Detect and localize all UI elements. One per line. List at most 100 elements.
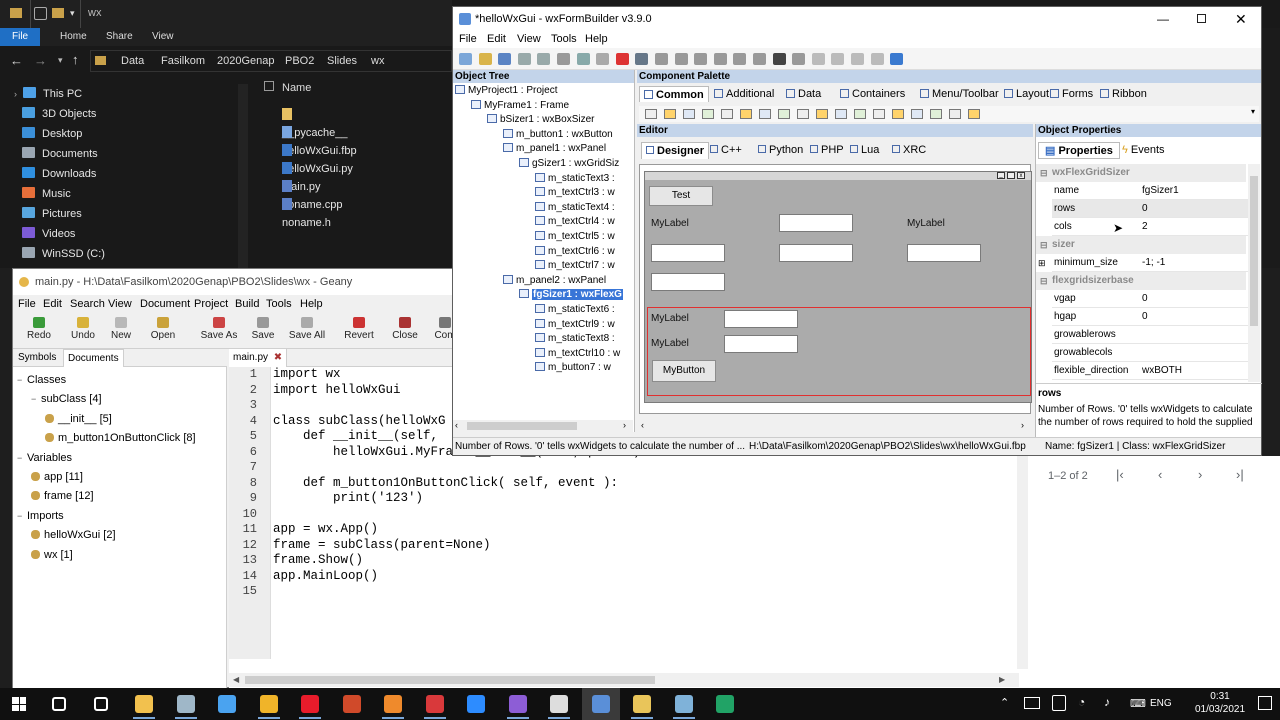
palette-tab-additional[interactable]: Additional — [711, 86, 777, 102]
tree-node[interactable]: m_panel2 : wxPanel — [503, 274, 606, 289]
widget-icon[interactable] — [911, 109, 923, 119]
maximize-button[interactable] — [1197, 14, 1206, 23]
property-value[interactable]: 0 — [1142, 200, 1148, 218]
symbol-item[interactable]: __init__ [5] — [45, 410, 112, 428]
tree-node[interactable]: m_staticText3 : — [535, 172, 615, 187]
back-icon[interactable]: ← — [10, 53, 23, 68]
widget-icon[interactable] — [664, 109, 676, 119]
tree-node[interactable]: m_textCtrl9 : w — [535, 318, 615, 333]
scroll-left-icon[interactable]: ‹ — [641, 420, 644, 430]
search-icon[interactable] — [52, 697, 66, 711]
toolbar-icon[interactable] — [753, 53, 766, 65]
language-indicator[interactable]: ENG — [1150, 698, 1172, 709]
crumb-2020genap[interactable]: 2020Genap — [217, 55, 275, 67]
palette-tab-menu-toolbar[interactable]: Menu/Toolbar — [917, 86, 1002, 102]
palette-tab-data[interactable]: Data — [783, 86, 824, 102]
property-row[interactable]: growablerows — [1052, 326, 1248, 344]
toolbar-icon[interactable] — [870, 53, 884, 65]
editor-tab-php[interactable]: PHP — [807, 142, 847, 159]
crumb-fasilkom[interactable]: Fasilkom — [161, 55, 205, 67]
property-category[interactable]: ⊟ wxFlexGridSizer — [1036, 164, 1246, 182]
collapse-icon[interactable]: − — [17, 507, 27, 525]
horizontal-scrollbar[interactable]: ◀ ▶ — [229, 673, 1019, 687]
editor-hscroll[interactable]: ‹ › — [637, 420, 1033, 432]
geany-menu-item[interactable]: Project — [194, 298, 228, 310]
tree-node[interactable]: m_textCtrl6 : w — [535, 245, 615, 260]
palette-tab-forms[interactable]: Forms — [1047, 86, 1096, 102]
property-value[interactable]: 0 — [1142, 308, 1148, 326]
symbol-item[interactable]: frame [12] — [31, 487, 94, 505]
toolbar-icon[interactable] — [772, 53, 786, 65]
collapse-icon[interactable]: − — [31, 390, 41, 408]
tree-node[interactable]: fgSizer1 : wxFlexG — [519, 288, 623, 303]
toolbar-icon[interactable] — [694, 53, 708, 65]
scroll-right-icon[interactable]: › — [1021, 420, 1024, 430]
property-value[interactable]: 2 — [1142, 218, 1148, 236]
toolbar-icon[interactable] — [576, 53, 590, 65]
folder-icon[interactable] — [52, 8, 64, 18]
settings-icon[interactable] — [218, 695, 236, 713]
symbol-item[interactable]: − Variables — [17, 449, 72, 467]
clock[interactable]: 0:31 01/03/2021 — [1190, 690, 1250, 716]
property-row[interactable]: vgap 0 — [1052, 290, 1248, 308]
toolbar-open-button[interactable]: Open — [145, 317, 181, 347]
powerpoint-icon[interactable] — [342, 695, 361, 713]
nav-item[interactable]: › This PC — [14, 84, 82, 104]
tree-node[interactable]: m_textCtrl4 : w — [535, 215, 615, 230]
geany-icon[interactable] — [633, 695, 651, 713]
design-textctrl-3[interactable] — [779, 214, 853, 232]
property-row[interactable]: cols 2 — [1052, 218, 1248, 236]
scroll-thumb[interactable] — [245, 676, 655, 684]
column-header-name[interactable]: Name — [282, 82, 311, 94]
nav-item[interactable]: Videos — [22, 224, 75, 244]
symbol-item[interactable]: − Classes — [17, 371, 66, 389]
palette-scroll-icon[interactable]: ▾ — [1251, 107, 1255, 116]
geany-menu-item[interactable]: View — [108, 298, 132, 310]
geany-menu-item[interactable]: Search — [70, 298, 105, 310]
toolbar-icon[interactable] — [557, 53, 570, 65]
symbol-item[interactable]: − subClass [4] — [31, 390, 102, 408]
widget-icon[interactable] — [645, 109, 657, 119]
file-item[interactable]: helloWxGui.py — [282, 142, 353, 175]
toolbar-icon[interactable] — [655, 53, 668, 65]
toolbar-undo-button[interactable]: Undo — [65, 317, 101, 347]
design-textctrl-9[interactable] — [724, 310, 798, 328]
collapse-icon[interactable]: ⊟ — [1040, 164, 1048, 182]
tree-node[interactable]: m_button1 : wxButton — [503, 128, 613, 143]
app-orange-icon[interactable] — [384, 695, 402, 713]
app-red-icon[interactable] — [425, 695, 444, 713]
explorer-icon[interactable] — [135, 695, 153, 713]
ribbon-tab-file[interactable]: File — [0, 28, 41, 46]
tree-node[interactable]: MyProject1 : Project — [455, 84, 557, 99]
collapse-icon[interactable]: − — [17, 449, 27, 467]
design-mybutton[interactable]: MyButton — [652, 360, 716, 382]
file-item[interactable]: noname.cpp — [282, 178, 343, 211]
editor-tab-lua[interactable]: Lua — [847, 142, 882, 159]
toolbar-new-button[interactable]: New — [103, 317, 139, 347]
frame-max-icon[interactable] — [1007, 172, 1015, 179]
widget-icon[interactable] — [949, 109, 961, 119]
prev-page-icon[interactable]: ‹ — [1158, 467, 1162, 482]
frame-close-icon[interactable]: x — [1017, 172, 1025, 179]
wxfb-menu-item[interactable]: Edit — [487, 33, 506, 45]
app-blue-icon[interactable] — [674, 695, 693, 713]
widget-icon[interactable] — [873, 109, 885, 119]
symbol-item[interactable]: wx [1] — [31, 546, 73, 564]
widget-icon[interactable] — [835, 109, 847, 119]
widget-icon[interactable] — [930, 109, 942, 119]
toolbar-icon[interactable] — [615, 53, 629, 65]
wxfb-menu-item[interactable]: View — [517, 33, 541, 45]
design-test-button[interactable]: Test — [649, 186, 713, 206]
tree-hscroll[interactable]: ‹ › — [453, 420, 633, 432]
design-textctrl-4[interactable] — [651, 244, 725, 262]
checkbox-icon[interactable] — [34, 7, 47, 20]
nav-item[interactable]: Music — [22, 184, 71, 204]
collapse-icon[interactable]: ⊟ — [1040, 272, 1048, 290]
notifications-icon[interactable] — [1258, 696, 1272, 710]
scroll-right-icon[interactable]: › — [623, 420, 626, 430]
tab-events[interactable]: ϟ Events — [1118, 142, 1169, 159]
ribbon-tab-view[interactable]: View — [140, 28, 186, 46]
design-textctrl-6[interactable] — [907, 244, 981, 262]
nav-item[interactable]: 3D Objects — [22, 104, 96, 124]
nav-item[interactable]: Pictures — [22, 204, 82, 224]
